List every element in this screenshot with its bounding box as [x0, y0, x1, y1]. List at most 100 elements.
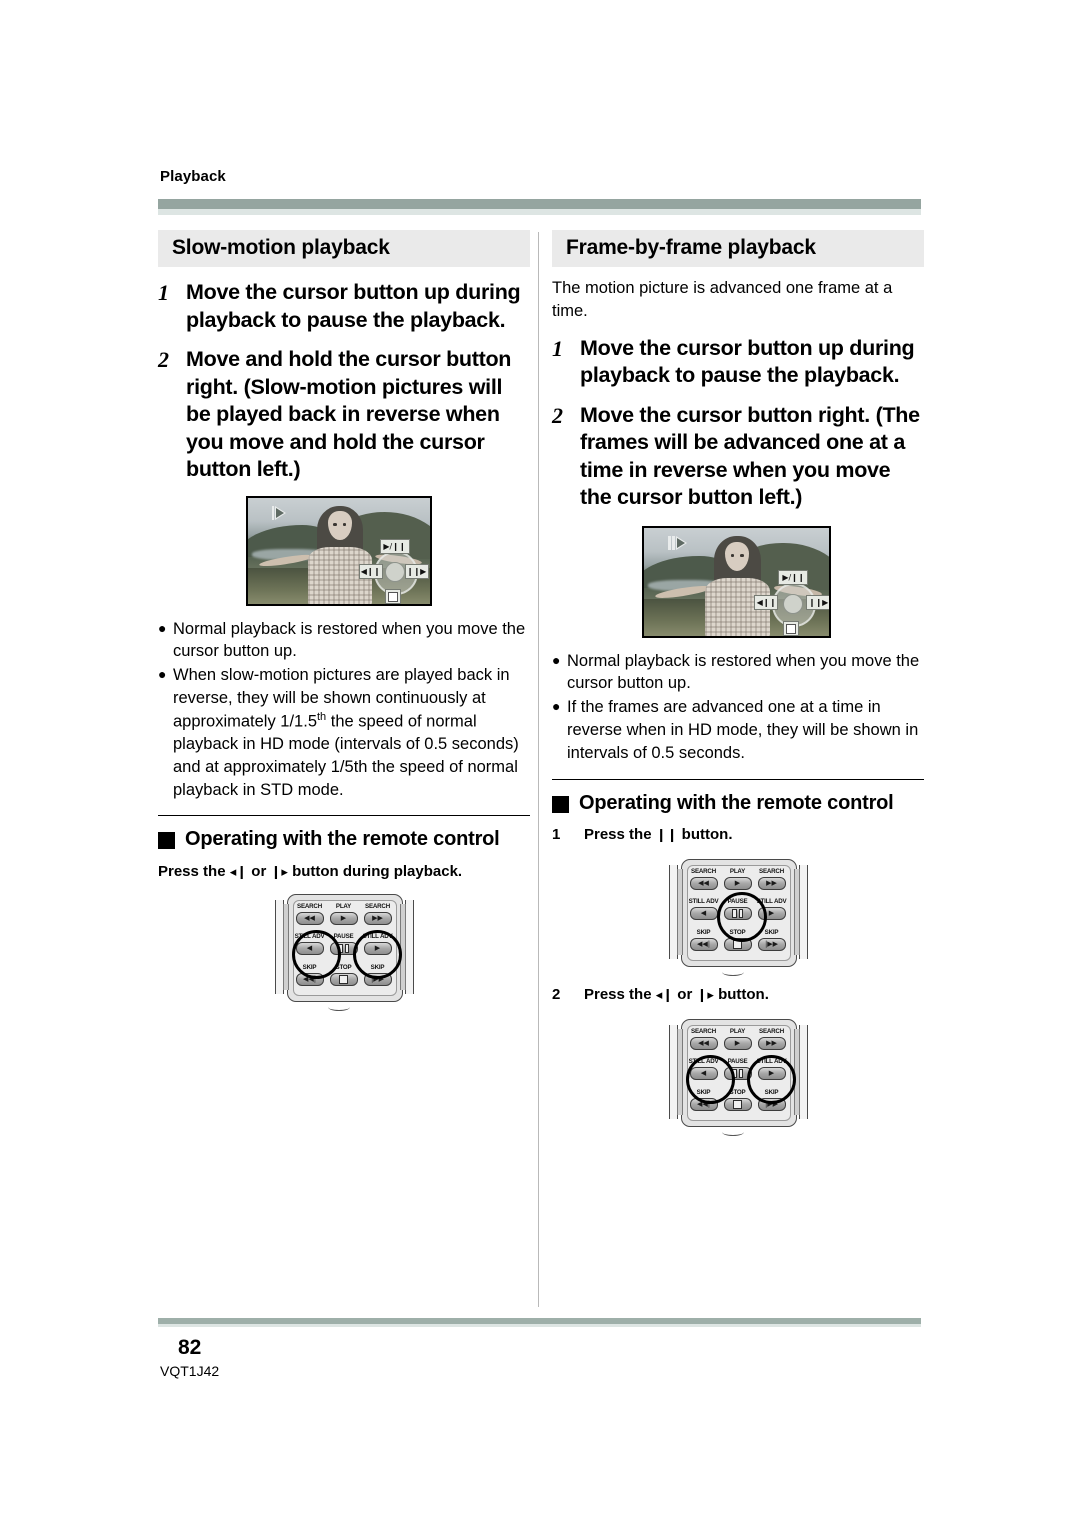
search-reverse-icon: ◀◀: [304, 913, 315, 922]
remote-rail2-left: [676, 1028, 683, 1115]
joystick-play-pause-icon: ▶/❙❙: [379, 538, 410, 554]
skip-reverse-icon: ◀◀|: [696, 939, 711, 948]
joystick-reverse-slow-icon: ◀❙❙: [358, 563, 383, 579]
remote-key-label: SKIP: [696, 928, 711, 936]
right-step-1: 1 Move the cursor button up during playb…: [552, 335, 924, 390]
remote-bottom-curve: [721, 968, 744, 976]
right-step-2-text: Move the cursor button right. (The frame…: [580, 402, 920, 510]
remote-key-search-fwd[interactable]: SEARCH ▶▶: [755, 868, 789, 897]
remote-key-label: SKIP: [302, 963, 317, 971]
remote-key-search-rev[interactable]: SEARCH ◀◀: [293, 903, 327, 932]
remote-rail-right: [798, 1024, 808, 1119]
left-bullet-2-text: When slow-motion pictures are played bac…: [173, 664, 530, 801]
remote-key-still-adv-fwd[interactable]: STILL ADV ▶: [361, 933, 395, 962]
remote-key-play[interactable]: PLAY ▶: [721, 868, 755, 897]
right-lcd-illustration: ▶/❙❙ ◀❙❙ ❙❙▶: [642, 525, 831, 638]
left-step-1-number: 1: [158, 280, 169, 306]
right-bullet-2: ● If the frames are advanced one at a ti…: [552, 696, 924, 764]
joystick-play-pause-icon: ▶/❙❙: [778, 569, 809, 585]
remote-key-search-fwd[interactable]: SEARCH ▶▶: [361, 903, 395, 932]
right-step-2-number: 2: [552, 402, 563, 428]
remote-rail-right: [404, 899, 414, 994]
stop-square-icon: [733, 1099, 742, 1109]
remote-key-label: SEARCH: [759, 867, 784, 875]
remote-key-skip-rev[interactable]: SKIP ◀◀|: [293, 964, 327, 993]
right-remote-step-2: 2 Press the ◂❙ or ❙▸ button.: [552, 985, 924, 1005]
remote-key-label: SEARCH: [297, 902, 322, 910]
remote-key-label: SEARCH: [759, 1027, 784, 1035]
remote-key-still-adv-rev[interactable]: STILL ADV ◀: [687, 898, 721, 927]
remote-key-skip-fwd[interactable]: SKIP |▶▶: [361, 964, 395, 993]
joystick-stop-icon: [783, 620, 800, 636]
remote-key-play[interactable]: PLAY ▶: [721, 1028, 755, 1057]
pause-bars-icon: [338, 944, 349, 954]
remote-key-stop[interactable]: STOP: [327, 964, 361, 993]
joystick-forward-slow-icon: ❙❙▶: [404, 563, 429, 579]
page-number: 82: [178, 1336, 202, 1359]
remote-key-stop[interactable]: STOP: [721, 929, 755, 958]
remote-key-label: SKIP: [764, 928, 779, 936]
remote-key-stop[interactable]: STOP: [721, 1089, 755, 1118]
left-step-1: 1 Move the cursor button up during playb…: [158, 279, 530, 334]
remote-key-label: STILL ADV: [756, 1058, 787, 1066]
remote-key-skip-rev[interactable]: SKIP ◀◀|: [687, 1089, 721, 1118]
manual-page: Playback Slow-motion playback 1 Move the…: [0, 0, 1080, 1526]
left-bullet-2: ● When slow-motion pictures are played b…: [158, 664, 530, 801]
search-reverse-icon: ◀◀: [698, 878, 709, 887]
left-bullet-1-text: Normal playback is restored when you mov…: [173, 619, 526, 661]
remote-key-skip-rev[interactable]: SKIP ◀◀|: [687, 929, 721, 958]
girl-eye-right: [342, 523, 347, 526]
pause-bars-icon: [732, 909, 743, 919]
remote-key-skip-fwd[interactable]: SKIP |▶▶: [755, 1089, 789, 1118]
left-remote-instruction: Press the ◂❙ or ❙▸ button during playbac…: [158, 863, 530, 880]
stop-square-icon: [339, 974, 348, 984]
still-adv-reverse-icon: ◀: [700, 1069, 707, 1078]
r2-after: button.: [713, 985, 769, 1003]
remote-key-play[interactable]: PLAY ▶: [327, 903, 361, 932]
remote-key-label: STILL ADV: [294, 933, 325, 941]
remote-key-label: STILL ADV: [688, 898, 719, 906]
remote-key-pause[interactable]: PAUSE: [721, 898, 755, 927]
footer-rule-light: [158, 1324, 921, 1327]
remote-key-label: STILL ADV: [362, 933, 393, 941]
remote-key-label: SKIP: [696, 1088, 711, 1096]
remote-key-label: PAUSE: [727, 898, 748, 906]
remote-key-search-rev[interactable]: SEARCH ◀◀: [687, 868, 721, 897]
joystick-hub: [384, 561, 405, 582]
remote-key-label: STILL ADV: [688, 1058, 719, 1066]
remote-key-pause[interactable]: PAUSE: [721, 1058, 755, 1087]
right-remote-step-2-text: Press the ◂❙ or ❙▸ button.: [584, 985, 924, 1005]
remote-key-label: PAUSE: [333, 933, 354, 941]
remote-rail2-left: [676, 868, 683, 955]
remote-button-grid: SEARCH ◀◀ PLAY ▶ SEARCH ▶▶ STILL ADV ◀ PAUSE…: [687, 868, 789, 958]
still-adv-forward-icon: ❙▸: [696, 987, 714, 1003]
right-section-title: Frame-by-frame playback: [552, 230, 924, 268]
remote-key-search-rev[interactable]: SEARCH ◀◀: [687, 1028, 721, 1057]
remote-key-skip-fwd[interactable]: SKIP |▶▶: [755, 929, 789, 958]
remote-bottom-curve: [721, 1128, 744, 1136]
left-remote-heading-text: Operating with the remote control: [185, 828, 500, 851]
remote-key-label: STOP: [729, 928, 746, 936]
right-remote-step-1: 1 Press the ❙❙ button.: [552, 825, 924, 845]
remote-rail2-right: [793, 1028, 800, 1115]
right-remote-figure-2: SEARCH ◀◀ PLAY ▶ SEARCH ▶▶ STILL ADV ◀ PAUSE…: [552, 1018, 924, 1136]
remote-key-pause[interactable]: PAUSE: [327, 933, 361, 962]
girl-eye-left: [730, 553, 735, 557]
still-adv-reverse-icon: ◀: [306, 944, 313, 953]
remote-key-still-adv-fwd[interactable]: STILL ADV ▶: [755, 898, 789, 927]
remote-key-label: SEARCH: [365, 902, 390, 910]
black-square-bullet-icon: [552, 795, 569, 813]
remote-key-search-fwd[interactable]: SEARCH ▶▶: [755, 1028, 789, 1057]
remote-key-label: PLAY: [729, 867, 746, 875]
left-bullet-2-superscript: th: [317, 710, 327, 723]
header-rule-light: [158, 209, 921, 215]
remote-key-label: STOP: [729, 1088, 746, 1096]
frame-advance-forward-icon: [668, 535, 688, 550]
skip-reverse-icon: ◀◀|: [696, 1099, 711, 1108]
remote-key-still-adv-rev[interactable]: STILL ADV ◀: [687, 1058, 721, 1087]
remote-key-still-adv-rev[interactable]: STILL ADV ◀: [293, 933, 327, 962]
remote-key-still-adv-fwd[interactable]: STILL ADV ▶: [755, 1058, 789, 1087]
right-remote-step-2-number: 2: [552, 985, 561, 1003]
still-adv-forward-icon: ❙▸: [270, 864, 288, 880]
left-instr-before: Press the: [158, 862, 230, 880]
